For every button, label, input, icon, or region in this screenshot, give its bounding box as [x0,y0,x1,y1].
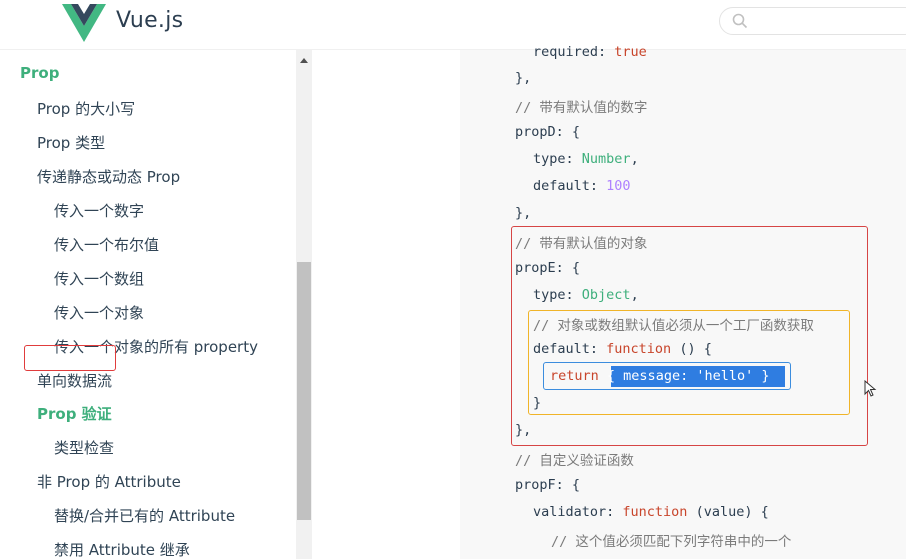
content-margin [312,50,460,559]
scrollbar-thumb[interactable] [297,262,311,520]
top-navbar: Vue.js [0,0,906,50]
mouse-pointer-icon [864,380,877,397]
code-comment: // 这个值必须匹配下列字符串中的一个 [551,534,792,550]
vue-logo-icon[interactable] [62,4,106,42]
active-item-highlight-box [24,345,116,371]
sidebar-item-prop[interactable]: Prop [20,64,59,82]
sidebar-item-type-checks[interactable]: 类型检查 [54,437,114,458]
sidebar-item-pass-boolean[interactable]: 传入一个布尔值 [54,234,159,255]
sidebar-item-pass-number[interactable]: 传入一个数字 [54,200,144,221]
sidebar-item-one-way-flow[interactable]: 单向数据流 [37,370,112,391]
annotation-box-blue [543,362,791,390]
code-line: type: Number, [533,151,639,167]
sidebar-item-prop-types[interactable]: Prop 类型 [37,132,105,153]
sidebar-item-prop-casing[interactable]: Prop 的大小写 [37,98,135,119]
sidebar-scrollbar[interactable] [296,50,312,559]
sidebar-item-replace-merge-attributes[interactable]: 替换/合并已有的 Attribute [54,505,235,526]
sidebar-item-non-prop-attributes[interactable]: 非 Prop 的 Attribute [37,471,181,492]
sidebar-item-pass-object[interactable]: 传入一个对象 [54,302,144,323]
sidebar-item-passing-props[interactable]: 传递静态或动态 Prop [37,166,180,187]
code-line: }, [515,70,532,86]
sidebar: Prop Prop 的大小写 Prop 类型 传递静态或动态 Prop 传入一个… [0,50,312,559]
code-line: propF: { [515,477,581,493]
code-line: default: 100 [533,178,631,194]
code-comment: // 自定义验证函数 [515,453,634,469]
sidebar-item-pass-array[interactable]: 传入一个数组 [54,268,144,289]
scroll-up-arrow-icon[interactable] [296,54,312,68]
code-line: required: true [533,44,647,60]
code-line: validator: function (value) { [533,504,769,520]
sidebar-item-disable-inheritance[interactable]: 禁用 Attribute 继承 [54,539,190,559]
code-line: propD: { [515,124,581,140]
search-input[interactable] [719,7,906,35]
sidebar-item-prop-validation[interactable]: Prop 验证 [37,403,112,424]
code-line: }, [515,205,532,221]
site-brand[interactable]: Vue.js [116,8,183,33]
search-icon [732,13,748,29]
code-comment: // 带有默认值的数字 [515,100,648,116]
